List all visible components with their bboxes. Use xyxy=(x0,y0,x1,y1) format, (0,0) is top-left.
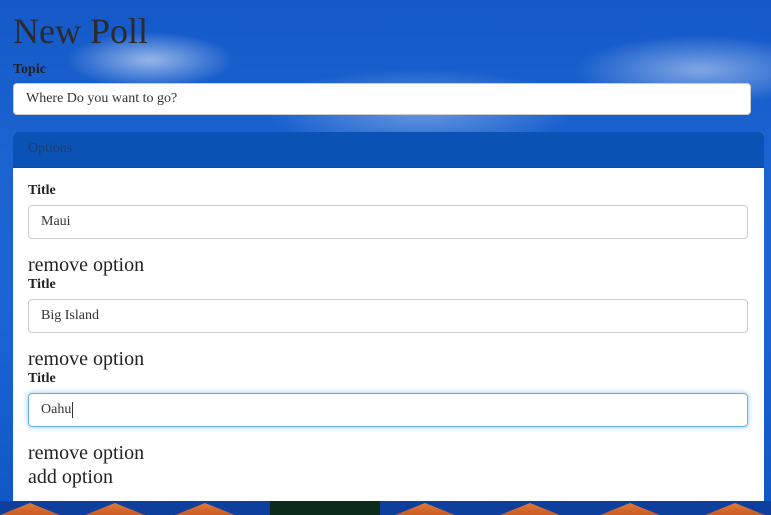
topic-label: Topic xyxy=(13,62,46,77)
remove-option-link[interactable]: remove option xyxy=(28,441,749,465)
option-title-label: Title xyxy=(28,277,56,292)
option-item: Title Oahu remove option xyxy=(28,371,749,465)
option-title-label: Title xyxy=(28,371,56,386)
tree-silhouette xyxy=(270,501,380,515)
text-caret xyxy=(72,401,74,418)
umbrella-decoration xyxy=(395,503,455,515)
umbrella-decoration xyxy=(85,503,145,515)
options-panel-body: Title Maui remove option Title Big Islan… xyxy=(13,168,764,489)
option-title-input[interactable]: Maui xyxy=(28,205,748,239)
umbrella-decoration xyxy=(175,503,235,515)
options-panel: Options Title Maui remove option Title B… xyxy=(13,132,764,501)
option-title-input[interactable]: Big Island xyxy=(28,299,748,333)
umbrella-decoration xyxy=(0,503,60,515)
option-title-label: Title xyxy=(28,183,56,198)
options-panel-heading: Options xyxy=(13,132,764,168)
remove-option-link[interactable]: remove option xyxy=(28,347,749,371)
topic-input[interactable]: Where Do you want to go? xyxy=(13,83,751,115)
umbrella-decoration xyxy=(705,503,765,515)
remove-option-link[interactable]: remove option xyxy=(28,253,749,277)
option-item: Title Big Island remove option xyxy=(28,277,749,371)
umbrella-decoration xyxy=(500,503,560,515)
option-title-input-focused[interactable]: Oahu xyxy=(28,393,748,427)
background-beach-strip xyxy=(0,501,771,515)
add-option-link[interactable]: add option xyxy=(28,465,749,489)
option-title-value: Oahu xyxy=(41,402,72,417)
option-item: Title Maui remove option xyxy=(28,183,749,277)
page-title: New Poll xyxy=(13,11,148,51)
umbrella-decoration xyxy=(600,503,660,515)
